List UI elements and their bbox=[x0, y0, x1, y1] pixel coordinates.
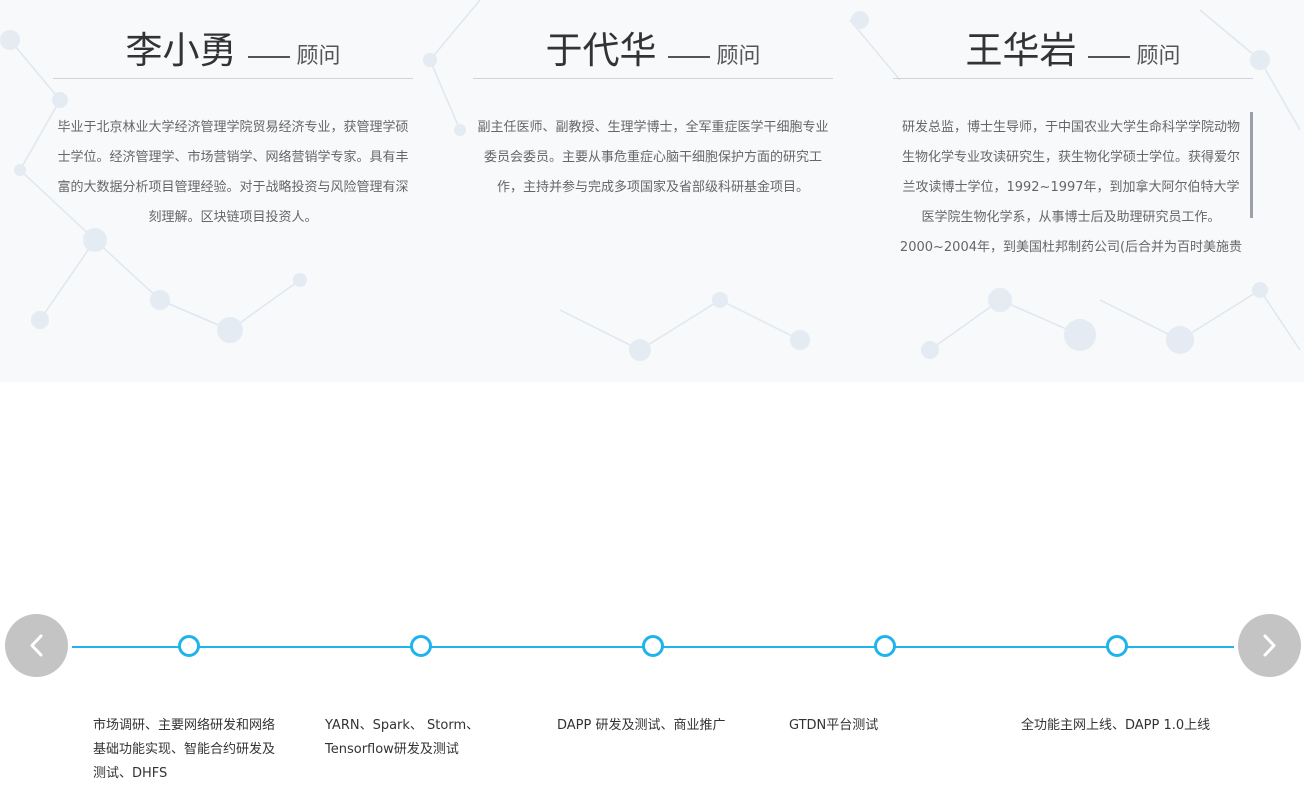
advisor-card-3: 王华岩 顾问 研发总监，博士生导师，于中国农业大学生命科学学院动物生物化学专业攻读… bbox=[893, 0, 1253, 263]
advisor-description: 毕业于北京林业大学经济管理学院贸易经济专业，获管理学硕士学位。经济管理学、市场营… bbox=[57, 120, 409, 225]
timeline-node[interactable] bbox=[1106, 635, 1128, 657]
advisor-role: 顾问 bbox=[1136, 44, 1181, 69]
advisor-name: 于代华 bbox=[545, 29, 657, 72]
chevron-right-icon bbox=[1263, 634, 1276, 657]
dash-divider bbox=[248, 55, 291, 58]
dash-divider bbox=[668, 55, 711, 58]
milestone-label: 全功能主网上线、DAPP 1.0上线 bbox=[1021, 718, 1211, 733]
milestone-label: DAPP 研发及测试、商业推广 bbox=[557, 718, 726, 733]
roadmap-timeline: 市场调研、主要网络研发和网络基础功能实现、智能合约研发及测试、DHFS YARN… bbox=[0, 382, 1304, 801]
next-button[interactable] bbox=[1238, 614, 1301, 677]
advisor-header: 王华岩 顾问 bbox=[893, 0, 1253, 79]
dash-divider bbox=[1088, 55, 1131, 58]
advisor-name: 李小勇 bbox=[125, 29, 237, 72]
advisor-header: 李小勇 顾问 bbox=[53, 0, 413, 79]
advisor-card-2: 于代华 顾问 副主任医师、副教授、生理学博士，全军重症医学干细胞专业委员会委员。主… bbox=[473, 0, 833, 203]
advisor-card-1: 李小勇 顾问 毕业于北京林业大学经济管理学院贸易经济专业，获管理学硕士学位。经济管… bbox=[53, 0, 413, 233]
timeline-node[interactable] bbox=[178, 635, 200, 657]
timeline-node[interactable] bbox=[874, 635, 896, 657]
advisor-role: 顾问 bbox=[716, 44, 761, 69]
milestone-label: YARN、Spark、 Storm、Tensorflow研发及测试 bbox=[325, 718, 480, 757]
milestone-label: GTDN平台测试 bbox=[789, 718, 879, 733]
timeline-node[interactable] bbox=[410, 635, 432, 657]
advisor-role: 顾问 bbox=[296, 44, 341, 69]
advisor-description-scrollable[interactable]: 研发总监，博士生导师，于中国农业大学生命科学学院动物生物化学专业攻读研究生，获生… bbox=[893, 113, 1253, 263]
prev-button[interactable] bbox=[5, 614, 68, 677]
description-scrollbar[interactable] bbox=[1250, 112, 1253, 218]
milestone-label: 市场调研、主要网络研发和网络基础功能实现、智能合约研发及测试、DHFS bbox=[93, 718, 276, 781]
chevron-left-icon bbox=[30, 634, 43, 657]
advisor-description: 副主任医师、副教授、生理学博士，全军重症医学干细胞专业委员会委员。主要从事危重症… bbox=[477, 120, 829, 195]
advisor-name: 王华岩 bbox=[965, 29, 1077, 72]
timeline-node[interactable] bbox=[642, 635, 664, 657]
advisors-section: 李小勇 顾问 毕业于北京林业大学经济管理学院贸易经济专业，获管理学硕士学位。经济管… bbox=[0, 0, 1304, 382]
advisor-header: 于代华 顾问 bbox=[473, 0, 833, 79]
